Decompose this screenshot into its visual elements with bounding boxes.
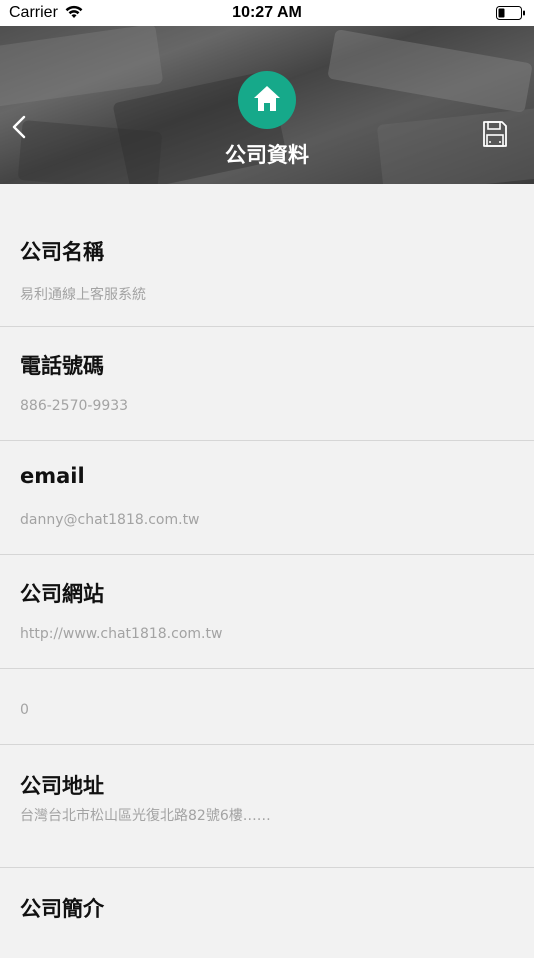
battery-icon [496, 6, 526, 20]
status-bar: Carrier 10:27 AM [0, 0, 534, 26]
floppy-disk-icon [483, 121, 507, 147]
field-value: danny@chat1818.com.tw [20, 512, 200, 528]
field-value: 台灣台北市松山區光復北路82號6樓…… [20, 808, 271, 824]
clock: 10:27 AM [232, 4, 302, 21]
field-value: http://www.chat1818.com.tw [20, 626, 223, 642]
field-label: email [20, 464, 85, 488]
back-button[interactable] [8, 112, 32, 142]
field-label: 公司網站 [20, 582, 104, 606]
field-phone[interactable]: 電話號碼 886-2570-9933 [0, 327, 534, 441]
save-button[interactable] [482, 120, 508, 148]
field-label: 公司地址 [20, 774, 104, 798]
field-value: 0 [20, 702, 29, 718]
page-title: 公司資料 [225, 143, 309, 167]
company-logo [238, 71, 296, 129]
field-company-name[interactable]: 公司名稱 易利通線上客服系統 [0, 184, 534, 327]
field-unlabeled[interactable]: 0 [0, 669, 534, 745]
field-value: 886-2570-9933 [20, 398, 129, 414]
chevron-left-icon [12, 115, 26, 139]
home-icon [254, 86, 280, 111]
field-label: 電話號碼 [20, 354, 104, 378]
field-company-intro[interactable]: 公司簡介 [0, 868, 534, 958]
field-website[interactable]: 公司網站 http://www.chat1818.com.tw [0, 555, 534, 669]
header-banner: 公司資料 [0, 26, 534, 184]
field-value: 易利通線上客服系統 [20, 287, 146, 303]
field-email[interactable]: email danny@chat1818.com.tw [0, 441, 534, 555]
field-address[interactable]: 公司地址 台灣台北市松山區光復北路82號6樓…… [0, 745, 534, 868]
field-label: 公司名稱 [20, 240, 104, 264]
field-label: 公司簡介 [20, 897, 104, 921]
